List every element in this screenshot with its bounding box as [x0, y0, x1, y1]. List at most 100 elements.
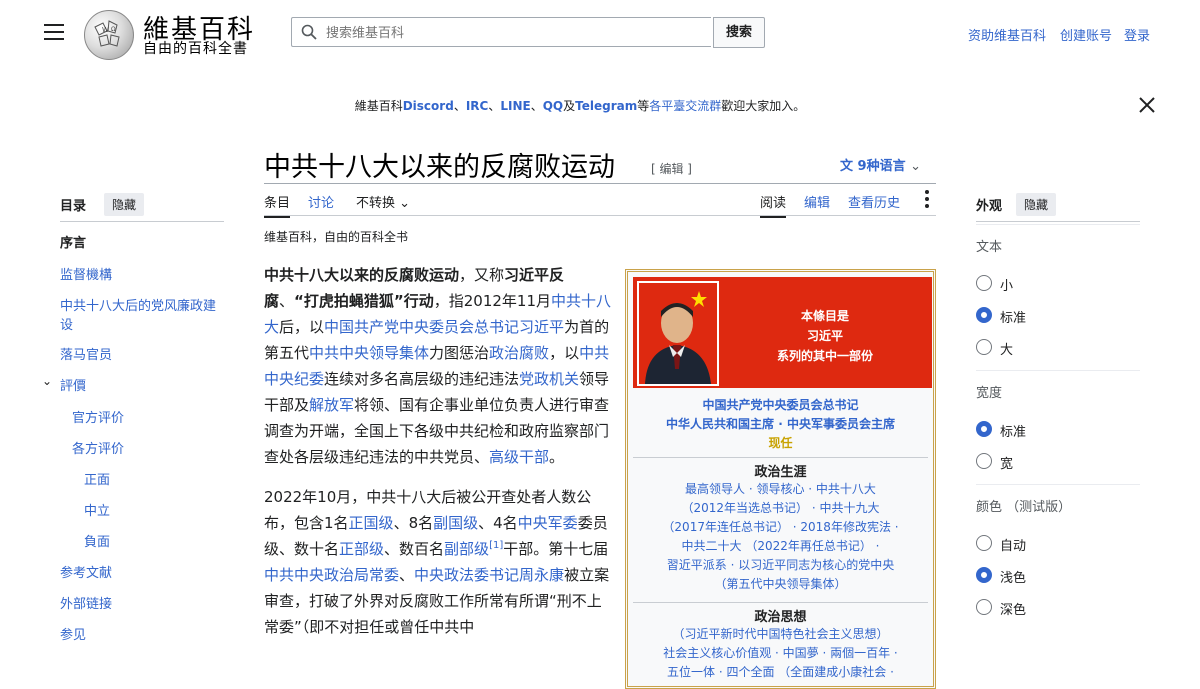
article-link[interactable]: 中央政法委书记	[414, 566, 519, 584]
close-notice-icon[interactable]	[1137, 95, 1157, 115]
radio-width-option[interactable]: 标准	[976, 420, 1076, 440]
toc-item[interactable]: 正面	[84, 471, 224, 490]
article-body: 中共十八大以来的反腐败运动，又称习近平反腐、“打虎拍蝇猎狐”行动，指2012年1…	[264, 262, 616, 654]
toc-item[interactable]: 序言	[60, 234, 224, 253]
toc-item[interactable]: 中立	[84, 502, 224, 521]
radio-circle	[976, 339, 992, 355]
portrait-photo[interactable]	[637, 281, 719, 386]
infobox-link-line[interactable]: （习近平新时代中国特色社会主义思想）	[628, 625, 933, 644]
telegram-link[interactable]: Telegram	[575, 99, 637, 113]
toc-title: 目录	[60, 199, 87, 214]
radio-label: 小	[1000, 279, 1014, 294]
article-text: ，又称	[459, 266, 505, 284]
infobox-link-line[interactable]: （2017年连任总书记） · 2018年修改宪法 ·	[628, 518, 933, 537]
line-link[interactable]: LINE	[500, 99, 530, 113]
article-link[interactable]: 副国级	[433, 514, 478, 532]
edit-section-link[interactable]: [ 编辑 ]	[651, 160, 692, 177]
radio-label: 深色	[1000, 603, 1027, 618]
radio-label: 浅色	[1000, 571, 1027, 586]
article-link[interactable]: 党政机关	[519, 370, 579, 388]
current-label: 现任	[768, 436, 793, 450]
article-link[interactable]: 正部级	[339, 540, 384, 558]
role-president[interactable]: 中华人民共和国主席 · 中央军事委员会主席	[628, 415, 933, 434]
donate-link[interactable]: 资助维基百科	[968, 25, 1046, 44]
article-link[interactable]: 政治腐败	[489, 344, 549, 362]
infobox-link-line[interactable]: 中共二十大 （2022年再任总书记） ·	[628, 537, 933, 556]
article-link[interactable]: 习近平	[519, 318, 564, 336]
appearance-text-label: 文本	[976, 240, 1003, 255]
radio-text-option[interactable]: 大	[976, 338, 1076, 358]
toc-item[interactable]: 評價	[60, 377, 224, 396]
login-link[interactable]: 登录	[1124, 25, 1150, 44]
tab-edit[interactable]: 编辑	[804, 192, 830, 211]
toc-item[interactable]: 各方评价	[72, 440, 224, 459]
article-link[interactable]: 高级干部	[489, 448, 549, 466]
infobox-link-line[interactable]: 習近平派系 · 以习近平同志为核心的党中央	[628, 556, 933, 575]
search-button[interactable]: 搜索	[713, 17, 765, 48]
infobox-link-line[interactable]: （2012年当选总书记） · 中共十九大	[628, 499, 933, 518]
page-title: 中共十八大以来的反腐败运动	[264, 152, 615, 183]
radio-width-option[interactable]: 宽	[976, 452, 1076, 472]
toc-item[interactable]: 官方评价	[72, 409, 224, 428]
groups-link[interactable]: 各平臺交流群	[649, 99, 721, 113]
main-menu-button[interactable]	[44, 24, 64, 42]
radio-text-option[interactable]: 标准	[976, 306, 1076, 326]
radio-text-option[interactable]: 小	[976, 274, 1076, 294]
create-account-link[interactable]: 创建账号	[1060, 25, 1112, 44]
article-link[interactable]: 解放军	[309, 396, 354, 414]
infobox-link-line[interactable]: 社会主义核心价值观 · 中国夢 · 兩個一百年 ·	[628, 644, 933, 663]
appearance-section-divider	[976, 370, 1140, 371]
political-career-links: 最高领导人 · 领导核心 · 中共十八大 （2012年当选总书记） · 中共十九大…	[628, 480, 933, 594]
section-political-career: 政治生涯	[633, 457, 928, 480]
radio-circle	[976, 567, 992, 583]
role-general-secretary[interactable]: 中国共产党中央委员会总书记	[628, 396, 933, 415]
toc-collapse-chevron-icon[interactable]: ⌄	[42, 374, 52, 388]
site-tagline: 自由的百科全書	[143, 41, 248, 57]
article-link[interactable]: [1]	[489, 540, 503, 551]
discord-link[interactable]: Discord	[403, 99, 454, 113]
toc-item[interactable]: 負面	[84, 533, 224, 552]
wikipedia-globe-logo[interactable]: W Ω	[84, 10, 134, 60]
article-link[interactable]: 周永康	[519, 566, 564, 584]
radio-label: 标准	[1000, 425, 1027, 440]
article-link[interactable]: 中央军委	[518, 514, 578, 532]
article-text: 、	[399, 566, 415, 584]
toc-hide-button[interactable]: 隐藏	[104, 193, 145, 216]
tab-talk[interactable]: 讨论	[308, 192, 334, 211]
irc-link[interactable]: IRC	[466, 99, 489, 113]
qq-link[interactable]: QQ	[543, 99, 563, 113]
chevron-down-icon: ⌄	[399, 196, 411, 211]
appearance-title: 外观	[976, 199, 1003, 214]
variant-dropdown[interactable]: 不转换 ⌄	[356, 192, 410, 211]
infobox-link-line[interactable]: （第五代中央领导集体）	[628, 575, 933, 594]
article-link[interactable]: 中共中央政治局常委	[264, 566, 399, 584]
appearance-section-divider	[976, 224, 1140, 225]
toc-item[interactable]: 监督機構	[60, 266, 224, 285]
article-link[interactable]: 正国级	[349, 514, 394, 532]
article-link[interactable]: 副部级	[444, 540, 489, 558]
article-link[interactable]: 中国共产党中央委员会总书记	[324, 318, 519, 336]
toc-item[interactable]: 中共十八大后的党风廉政建设	[60, 297, 224, 335]
more-actions-icon[interactable]	[925, 190, 931, 210]
lead-paragraph: 中共十八大以来的反腐败运动，又称习近平反腐、“打虎拍蝇猎狐”行动，指2012年1…	[264, 262, 616, 470]
radio-color-option[interactable]: 深色	[976, 598, 1076, 618]
radio-circle	[976, 453, 992, 469]
appearance-hide-button[interactable]: 隐藏	[1016, 193, 1057, 216]
toc-item[interactable]: 外部链接	[60, 595, 224, 614]
toc-item[interactable]: 参见	[60, 626, 224, 645]
search-input[interactable]	[324, 22, 698, 44]
infobox-link-line[interactable]: 五位一体 · 四个全面 （全面建成小康社会 ·	[628, 663, 933, 682]
article-link[interactable]: 中共中央领导集体	[309, 344, 429, 362]
language-button[interactable]: 文 9种语言 ⌄	[840, 155, 921, 174]
radio-label: 大	[1000, 343, 1014, 358]
toc-item[interactable]: 落马官员	[60, 346, 224, 365]
infobox-link-line[interactable]: 最高领导人 · 领导核心 · 中共十八大	[628, 480, 933, 499]
radio-color-option[interactable]: 自动	[976, 534, 1076, 554]
toc-item[interactable]: 参考文献	[60, 564, 224, 583]
radio-label: 标准	[1000, 311, 1027, 326]
radio-color-option[interactable]: 浅色	[976, 566, 1076, 586]
article-text: 后，以	[279, 318, 325, 336]
tab-history[interactable]: 查看历史	[848, 192, 900, 211]
appearance-color-label: 颜色 （测试版）	[976, 500, 1072, 515]
appearance-divider	[976, 221, 1140, 222]
